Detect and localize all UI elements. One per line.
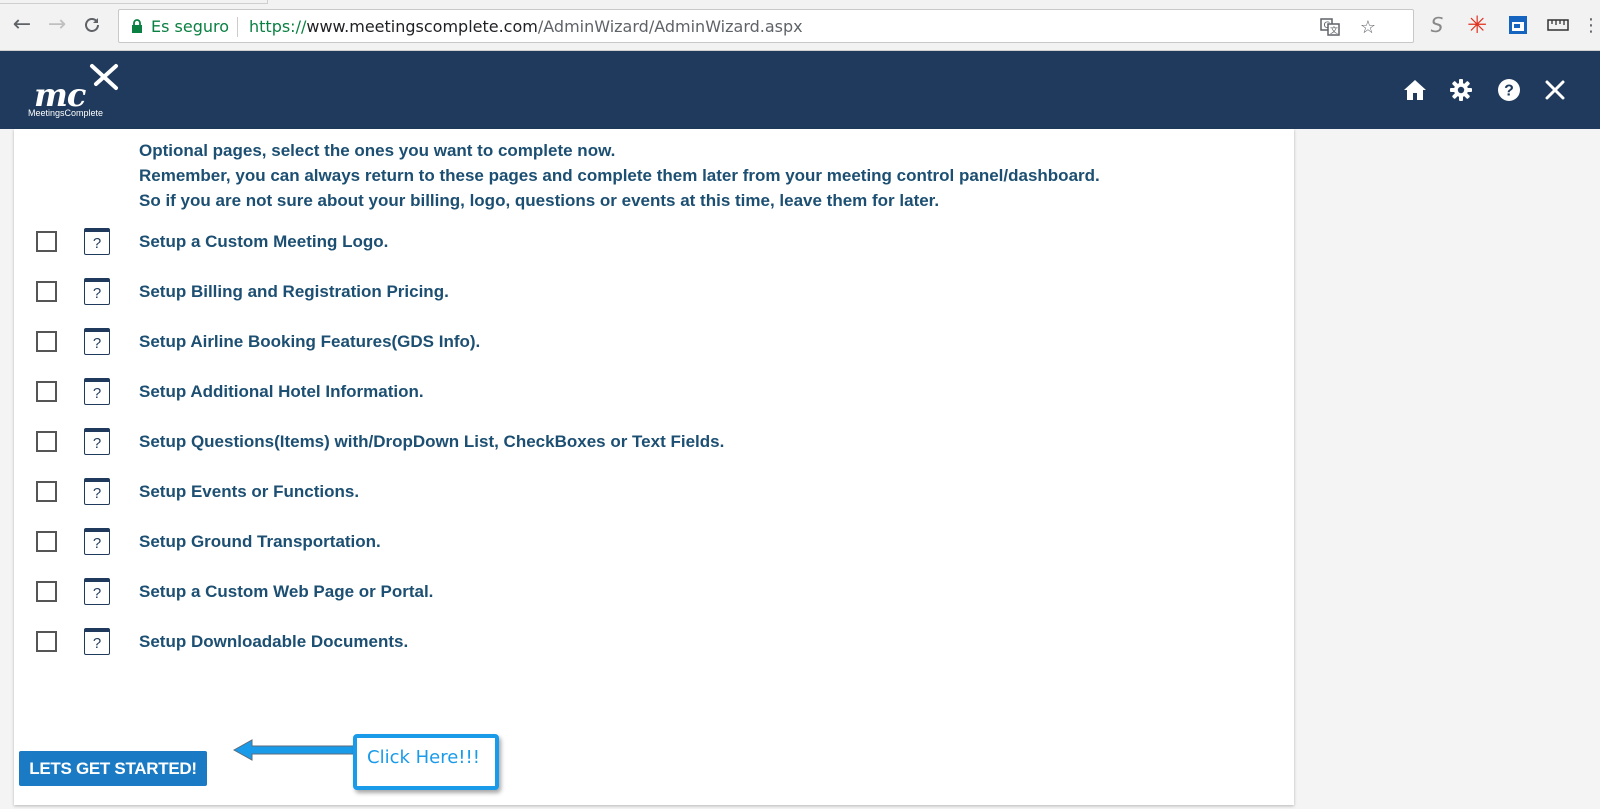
option-label[interactable]: Setup Events or Functions. xyxy=(139,482,359,502)
option-row-questions: ? Setup Questions(Items) with/DropDown L… xyxy=(14,428,1294,459)
option-row-webpage: ? Setup a Custom Web Page or Portal. xyxy=(14,578,1294,609)
bookmark-star-icon[interactable]: ☆ xyxy=(1357,16,1379,38)
omnibox-divider xyxy=(237,17,238,37)
arrow-left-icon xyxy=(232,739,363,761)
help-icon[interactable]: ? xyxy=(84,478,110,505)
option-checkbox[interactable] xyxy=(36,431,57,452)
option-label[interactable]: Setup a Custom Web Page or Portal. xyxy=(139,582,433,602)
option-row-airline: ? Setup Airline Booking Features(GDS Inf… xyxy=(14,328,1294,359)
reload-icon[interactable] xyxy=(79,12,105,38)
forward-icon[interactable]: → xyxy=(44,12,70,38)
intro-line-1: Optional pages, select the ones you want… xyxy=(139,141,616,160)
option-checkbox[interactable] xyxy=(36,331,57,352)
option-row-logo: ? Setup a Custom Meeting Logo. xyxy=(14,228,1294,259)
help-icon[interactable]: ? xyxy=(84,378,110,405)
option-label[interactable]: Setup Billing and Registration Pricing. xyxy=(139,282,449,302)
intro-text: Optional pages, select the ones you want… xyxy=(139,138,1100,213)
option-label[interactable]: Setup Questions(Items) with/DropDown Lis… xyxy=(139,432,724,452)
svg-text:文: 文 xyxy=(1330,25,1338,35)
url-text[interactable]: https://www.meetingscomplete.com/AdminWi… xyxy=(249,17,803,36)
logo-x-icon xyxy=(90,64,118,90)
callout-text: Click Here!!! xyxy=(367,747,480,768)
gear-icon[interactable] xyxy=(1448,77,1474,103)
option-checkbox[interactable] xyxy=(36,231,57,252)
option-label[interactable]: Setup Downloadable Documents. xyxy=(139,632,408,652)
tab-edge xyxy=(0,0,268,4)
wizard-panel: Optional pages, select the ones you want… xyxy=(14,129,1294,805)
option-row-billing: ? Setup Billing and Registration Pricing… xyxy=(14,278,1294,309)
back-icon[interactable]: ← xyxy=(9,12,35,38)
home-icon[interactable] xyxy=(1402,77,1428,103)
option-row-documents: ? Setup Downloadable Documents. xyxy=(14,628,1294,659)
logo-subtext: MeetingsComplete xyxy=(28,108,104,118)
option-label[interactable]: Setup a Custom Meeting Logo. xyxy=(139,232,388,252)
click-here-callout: Click Here!!! xyxy=(353,734,499,790)
extension-ruler-icon[interactable] xyxy=(1546,13,1570,37)
option-checkbox[interactable] xyxy=(36,281,57,302)
option-checkbox[interactable] xyxy=(36,481,57,502)
option-label[interactable]: Setup Airline Booking Features(GDS Info)… xyxy=(139,332,480,352)
help-icon[interactable]: ? xyxy=(84,228,110,255)
intro-line-2: Remember, you can always return to these… xyxy=(139,166,1100,185)
extension-s-icon[interactable]: S xyxy=(1425,13,1449,37)
intro-line-3: So if you are not sure about your billin… xyxy=(139,191,940,210)
option-checkbox[interactable] xyxy=(36,531,57,552)
option-row-hotel: ? Setup Additional Hotel Information. xyxy=(14,378,1294,409)
option-checkbox[interactable] xyxy=(36,581,57,602)
help-icon[interactable]: ? xyxy=(84,428,110,455)
browser-toolbar: ← → Es seguro https://www.meetingscomple… xyxy=(0,0,1600,51)
option-checkbox[interactable] xyxy=(36,381,57,402)
help-icon[interactable]: ? xyxy=(84,628,110,655)
close-icon[interactable] xyxy=(1542,77,1568,103)
option-label[interactable]: Setup Ground Transportation. xyxy=(139,532,381,552)
lets-get-started-button[interactable]: LETS GET STARTED! xyxy=(19,751,207,786)
app-header: mc MeetingsComplete ? xyxy=(0,51,1600,129)
extension-asterisk-icon[interactable]: ✳ xyxy=(1465,11,1489,39)
option-row-transport: ? Setup Ground Transportation. xyxy=(14,528,1294,559)
svg-text:?: ? xyxy=(1504,83,1514,100)
menu-icon[interactable]: ⋮ xyxy=(1582,13,1600,37)
option-row-events: ? Setup Events or Functions. xyxy=(14,478,1294,509)
help-icon[interactable]: ? xyxy=(84,528,110,555)
extension-window-icon[interactable] xyxy=(1506,13,1530,37)
option-label[interactable]: Setup Additional Hotel Information. xyxy=(139,382,424,402)
help-icon[interactable]: ? xyxy=(1496,77,1522,103)
translate-icon[interactable]: G文 xyxy=(1319,16,1341,38)
logo[interactable]: mc MeetingsComplete xyxy=(26,60,126,122)
secure-label: Es seguro xyxy=(151,17,230,36)
option-checkbox[interactable] xyxy=(36,631,57,652)
address-bar[interactable]: Es seguro https://www.meetingscomplete.c… xyxy=(118,9,1414,43)
help-icon[interactable]: ? xyxy=(84,328,110,355)
help-icon[interactable]: ? xyxy=(84,578,110,605)
lock-icon xyxy=(132,19,142,33)
help-icon[interactable]: ? xyxy=(84,278,110,305)
